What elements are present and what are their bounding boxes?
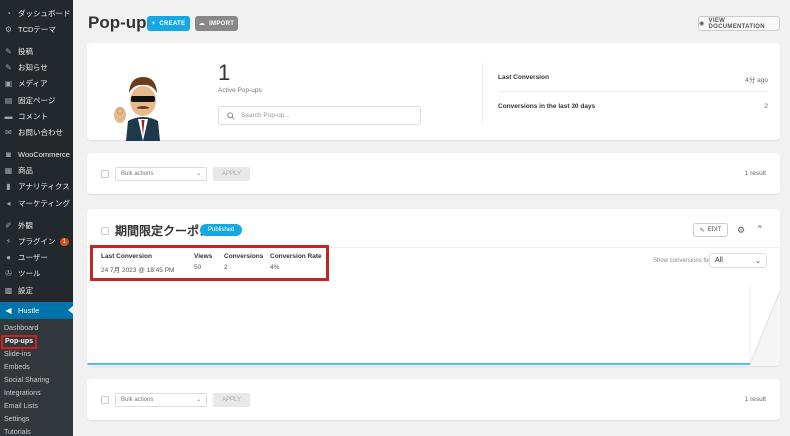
sidebar-item-products[interactable]: ▦ 商品 bbox=[0, 163, 73, 179]
sidebar-item-woocommerce[interactable]: ◙ WooCommerce bbox=[0, 147, 73, 163]
submenu-integrations[interactable]: Integrations bbox=[0, 387, 73, 400]
pencil-icon: ✎ bbox=[699, 227, 705, 234]
sidebar-item-dashboard[interactable]: ◔ ダッシュボード bbox=[0, 5, 73, 21]
search-input[interactable]: Search Pop-up... bbox=[218, 106, 421, 125]
submenu-popups[interactable]: Pop-ups bbox=[0, 335, 73, 350]
sidebar-item-comments[interactable]: ▬ コメント bbox=[0, 108, 73, 124]
sidebar-item-pages[interactable]: ▤ 固定ページ bbox=[0, 92, 73, 108]
sidebar-item-users[interactable]: ● ユーザー bbox=[0, 250, 73, 266]
plus-icon: + bbox=[151, 20, 156, 27]
bulk-actions-select[interactable]: Bulk actions ⌄ bbox=[115, 166, 207, 181]
active-popups-count: 1 bbox=[218, 60, 231, 85]
summary-card: 1 Active Pop-ups Search Pop-up... Last C… bbox=[87, 43, 780, 141]
analytics-icon: ▮ bbox=[6, 182, 11, 192]
plugin-icon: ⚡ bbox=[5, 237, 12, 247]
sidebar-item-media[interactable]: ▣ メディア bbox=[0, 76, 73, 92]
hustle-submenu: Dashboard Pop-ups Slide-ins Embeds Socia… bbox=[0, 319, 73, 436]
bulk-actions-bar-top: Bulk actions ⌄ APPLY 1 result bbox=[87, 153, 780, 194]
sidebar-item-news[interactable]: ✎ お知らせ bbox=[0, 60, 73, 76]
bulk-actions-select[interactable]: Bulk actions ⌄ bbox=[115, 392, 207, 407]
sidebar-item-marketing[interactable]: ◂ マーケティング bbox=[0, 195, 73, 211]
result-count: 1 result bbox=[744, 170, 766, 177]
sidebar-item-posts[interactable]: ✎ 投稿 bbox=[0, 43, 73, 59]
submenu-email-lists[interactable]: Email Lists bbox=[0, 400, 73, 413]
products-icon: ▦ bbox=[4, 166, 13, 176]
apply-button[interactable]: APPLY bbox=[213, 392, 250, 407]
update-count-badge: 1 bbox=[59, 237, 69, 246]
chevron-up-icon[interactable]: ⌃ bbox=[756, 224, 764, 235]
brush-icon: ✐ bbox=[5, 220, 12, 230]
eye-icon: ◉ bbox=[699, 21, 705, 27]
submenu-dashboard[interactable]: Dashboard bbox=[0, 322, 73, 335]
submenu-embeds[interactable]: Embeds bbox=[0, 361, 73, 374]
megaphone-icon: ◂ bbox=[6, 198, 11, 208]
stat-conversion-rate: Conversion Rate 4% bbox=[270, 253, 322, 271]
last-conversion-stat: Last Conversion 4分 ago bbox=[498, 74, 768, 84]
chevron-down-icon: ⌄ bbox=[195, 397, 201, 403]
search-placeholder: Search Pop-up... bbox=[241, 112, 290, 119]
show-conversions-label: Show conversions for bbox=[653, 258, 711, 264]
module-title: 期間限定クーポン bbox=[115, 224, 212, 238]
hustle-icon: ◀ bbox=[5, 306, 12, 316]
edit-button[interactable]: ✎ EDIT bbox=[693, 223, 728, 237]
bulk-actions-bar-bottom: Bulk actions ⌄ APPLY 1 result bbox=[87, 379, 780, 420]
apply-button[interactable]: APPLY bbox=[213, 166, 250, 181]
pin-icon: ✎ bbox=[5, 63, 12, 73]
result-count: 1 result bbox=[744, 396, 766, 403]
sidebar-item-appearance[interactable]: ✐ 外観 bbox=[0, 217, 73, 233]
stat-divider bbox=[498, 91, 768, 92]
sidebar-item-tcd-theme[interactable]: ⚙ TCDテーマ bbox=[0, 21, 73, 37]
mail-icon: ✉ bbox=[5, 127, 12, 137]
conversions-filter-select[interactable]: All ⌄ bbox=[709, 253, 767, 268]
hustle-mascot-illustration bbox=[114, 77, 160, 141]
create-button[interactable]: + CREATE bbox=[147, 16, 190, 31]
page-icon: ▤ bbox=[4, 95, 13, 105]
settings-icon: ▩ bbox=[4, 285, 13, 295]
submenu-tutorials[interactable]: Tutorials bbox=[0, 426, 73, 436]
gear-icon[interactable]: ⚙ bbox=[737, 225, 745, 236]
view-documentation-button[interactable]: ◉ VIEW DOCUMENTATION bbox=[698, 16, 780, 31]
media-icon: ▣ bbox=[4, 79, 13, 89]
active-popups-label: Active Pop-ups bbox=[218, 87, 262, 94]
select-all-checkbox[interactable] bbox=[101, 169, 109, 178]
chart-line-views bbox=[87, 290, 780, 365]
sidebar-item-hustle[interactable]: ◀ Hustle bbox=[0, 302, 73, 320]
cloud-upload-icon: ☁ bbox=[198, 21, 206, 27]
submenu-settings[interactable]: Settings bbox=[0, 413, 73, 426]
submenu-social-sharing[interactable]: Social Sharing bbox=[0, 374, 73, 387]
import-button[interactable]: ☁ IMPORT bbox=[195, 16, 238, 31]
gear-icon: ⚙ bbox=[4, 24, 13, 34]
sidebar-item-settings[interactable]: ▩ 設定 bbox=[0, 282, 73, 298]
stat-conversions: Conversions 2 bbox=[224, 253, 264, 271]
comment-icon: ▬ bbox=[4, 111, 13, 121]
wrench-icon: ✇ bbox=[5, 269, 12, 279]
sidebar-item-analytics[interactable]: ▮ アナリティクス bbox=[0, 179, 73, 195]
admin-sidebar: ◔ ダッシュボード ⚙ TCDテーマ ✎ 投稿 ✎ お知らせ ▣ メディア ▤ 固定ページ … bbox=[0, 0, 73, 436]
module-checkbox[interactable] bbox=[101, 227, 109, 235]
sidebar-item-tools[interactable]: ✇ ツール bbox=[0, 266, 73, 282]
user-icon: ● bbox=[6, 253, 11, 263]
conversions-30-days-stat: Conversions in the last 30 days 2 bbox=[498, 103, 768, 110]
submenu-slide-ins[interactable]: Slide-ins bbox=[0, 348, 73, 361]
stat-last-conversion: Last Conversion 24 7月 2023 @ 18:45 PM bbox=[101, 253, 175, 274]
sidebar-item-contact[interactable]: ✉ お問い合わせ bbox=[0, 124, 73, 140]
chevron-down-icon: ⌄ bbox=[195, 171, 201, 177]
status-badge: Published bbox=[200, 224, 243, 236]
dashboard-icon: ◔ bbox=[6, 8, 11, 18]
page-title: Pop-ups bbox=[88, 13, 156, 32]
sidebar-item-plugins[interactable]: ⚡ プラグイン 1 bbox=[0, 233, 73, 249]
chevron-down-icon: ⌄ bbox=[755, 257, 761, 265]
summary-divider bbox=[482, 63, 483, 123]
stat-views: Views 50 bbox=[194, 253, 213, 271]
select-all-checkbox[interactable] bbox=[101, 395, 109, 404]
pin-icon: ✎ bbox=[5, 46, 12, 56]
search-icon bbox=[227, 111, 235, 120]
woocommerce-icon: ◙ bbox=[6, 150, 11, 160]
popup-module-card: 期間限定クーポン Published ✎ EDIT ⚙ ⌃ Last Conver… bbox=[87, 209, 780, 366]
conversions-chart bbox=[87, 285, 780, 366]
